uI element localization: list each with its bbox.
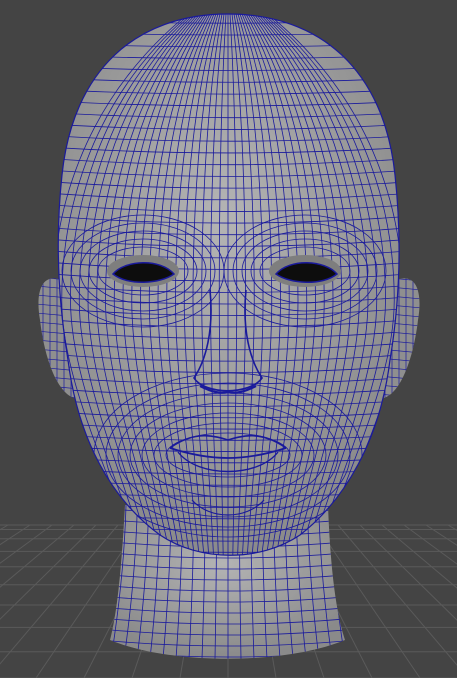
head-mesh[interactable] (40, 13, 420, 563)
3d-viewport[interactable] (0, 0, 457, 678)
viewport-canvas (0, 13, 457, 678)
